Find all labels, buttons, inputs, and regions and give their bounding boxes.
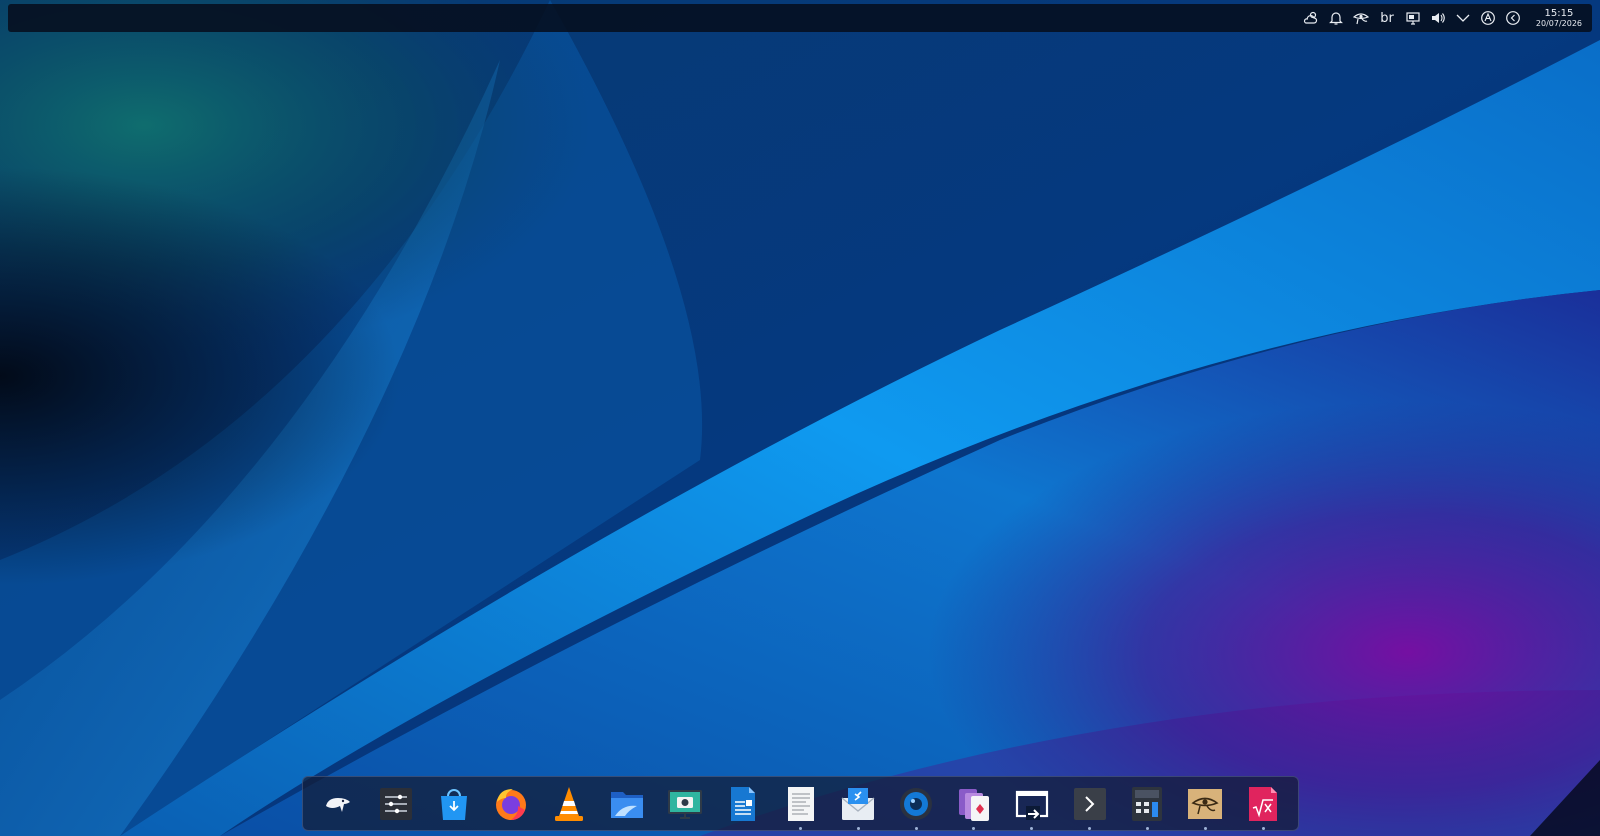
papyrus-eye-icon: [1188, 788, 1223, 819]
volume-speaker-icon[interactable]: [1430, 10, 1446, 26]
app-launcher-icon: [326, 797, 350, 812]
file-manager-icon: [611, 791, 644, 818]
running-indicator: [1203, 826, 1207, 830]
dock-item-terminal[interactable]: [1068, 782, 1112, 830]
dock-item-card-game[interactable]: [952, 782, 996, 830]
dock-item-system-settings[interactable]: [374, 782, 418, 826]
dock-item-firefox[interactable]: [489, 782, 533, 826]
running-indicator: [1088, 826, 1092, 830]
dock-item-software-store[interactable]: [432, 782, 476, 826]
dock-item-papyrus[interactable]: [1183, 782, 1227, 830]
dock-item-app-launcher[interactable]: [316, 782, 360, 826]
dock-item-vlc[interactable]: [547, 782, 591, 826]
display-configuration-icon[interactable]: [1405, 10, 1421, 26]
running-indicator: [914, 826, 918, 830]
terminal-icon: [1073, 787, 1106, 820]
dock-item-calculator[interactable]: [1125, 782, 1169, 830]
application-dock: [302, 776, 1299, 831]
power-clock-icon[interactable]: [1505, 10, 1521, 26]
weather-cloud-sun-icon[interactable]: [1303, 10, 1319, 26]
eye-of-horus-icon[interactable]: [1353, 10, 1370, 26]
top-panel: br 15:15 20/07/2026: [8, 4, 1592, 32]
running-indicator: [1145, 826, 1149, 830]
document-writer-icon: [730, 786, 755, 821]
running-indicator: [972, 826, 976, 830]
system-settings-icon: [379, 787, 412, 820]
dock-item-text-editor[interactable]: [779, 782, 823, 830]
keyboard-layout-indicator[interactable]: br: [1378, 11, 1396, 26]
notifications-bell-icon[interactable]: [1328, 10, 1344, 26]
math-formula-icon: [1249, 786, 1277, 821]
running-indicator: [1261, 826, 1265, 830]
running-indicator: [1030, 826, 1034, 830]
running-indicator: [799, 826, 802, 830]
window-switch-icon: [1015, 790, 1048, 820]
vlc-media-player-icon: [555, 786, 584, 821]
dock-item-math-formula[interactable]: [1241, 782, 1285, 830]
calculator-icon: [1132, 786, 1163, 821]
text-editor-icon: [787, 786, 814, 821]
clock-time: 15:15: [1544, 7, 1574, 19]
desktop-wallpaper: [0, 0, 1600, 836]
dock-item-email-client[interactable]: [836, 782, 880, 830]
expand-tray-chevron-icon[interactable]: [1455, 10, 1471, 26]
dock-item-document-writer[interactable]: [721, 782, 765, 826]
screenshot-tool-icon: [667, 789, 702, 819]
digital-clock[interactable]: 15:15 20/07/2026: [1535, 7, 1582, 28]
firefox-browser-icon: [496, 788, 527, 820]
dock-item-screenshot-tool[interactable]: [663, 782, 707, 826]
card-game-icon: [958, 788, 989, 821]
dock-item-screen-capture[interactable]: [894, 782, 938, 830]
software-store-icon: [440, 788, 467, 820]
running-indicator: [856, 826, 860, 830]
account-circle-icon[interactable]: [1480, 10, 1496, 26]
email-client-icon: [841, 787, 875, 820]
system-tray: br 15:15 20/07/2026: [1303, 7, 1582, 28]
clock-date: 20/07/2026: [1535, 18, 1582, 28]
dock-item-file-manager[interactable]: [605, 782, 649, 826]
screen-capture-lens-icon: [900, 787, 933, 820]
dock-item-window-switch[interactable]: [1010, 782, 1054, 830]
